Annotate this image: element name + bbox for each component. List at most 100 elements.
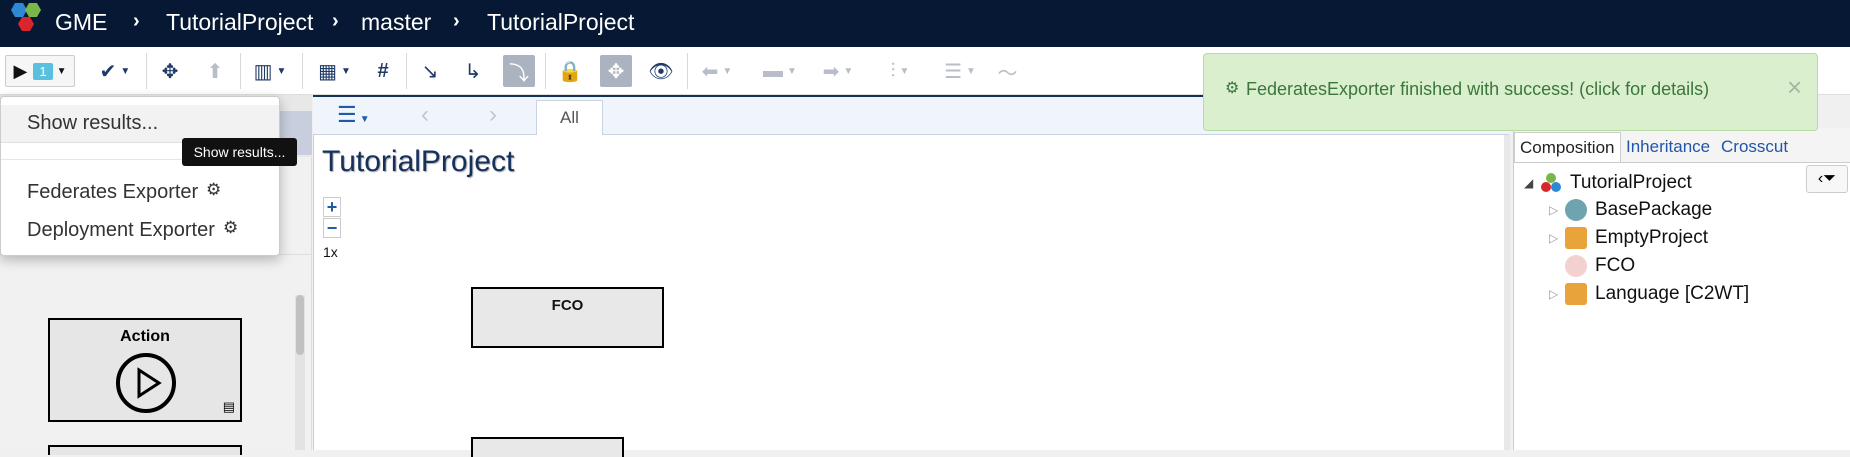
sliders-button[interactable]: ⫶ ▼	[880, 55, 920, 87]
lines-icon: ☰	[944, 60, 963, 83]
back-button[interactable]: ‹	[421, 101, 429, 129]
gears-icon: ⚙	[223, 218, 239, 237]
notes-icon: ▤	[222, 399, 235, 414]
breadcrumb-separator-icon: ›	[332, 10, 339, 32]
tooltip: Show results...	[182, 138, 297, 166]
collapsed-icon: ▷	[1549, 287, 1559, 301]
lock-button[interactable]: 🔒	[555, 55, 585, 87]
tab-inheritance[interactable]: Inheritance	[1621, 132, 1715, 162]
tree-node-fco[interactable]: FCO	[1549, 255, 1635, 277]
top-nav: GME › TutorialProject › master › Tutoria…	[0, 0, 1850, 47]
list-menu-button[interactable]: ☰ ▼	[337, 102, 370, 128]
object-browser: Composition Inheritance Crosscut ‹⏷ ◢ Tu…	[1513, 128, 1850, 450]
arrow-left-button[interactable]: ⬅ ▼	[697, 55, 737, 87]
canvas-scrollbar[interactable]	[1504, 135, 1510, 450]
part-next[interactable]	[48, 445, 242, 455]
toolbar-divider	[146, 53, 147, 89]
check-circle-icon: ✔	[99, 60, 117, 83]
tree-label: Language [C2WT]	[1595, 283, 1750, 304]
zoom-out-button[interactable]: −	[323, 218, 341, 238]
project-icon	[1541, 173, 1561, 192]
layout-button[interactable]: ▥ ▼	[250, 55, 290, 87]
tree-node-root[interactable]: ◢ TutorialProject	[1524, 172, 1692, 194]
diagram-box[interactable]	[471, 437, 624, 457]
close-icon[interactable]: ×	[1787, 72, 1802, 103]
crosshair-button[interactable]: ✥	[155, 55, 185, 87]
collapsed-icon: ▷	[1549, 203, 1559, 217]
breadcrumb-app[interactable]: GME	[55, 9, 107, 36]
elbow-connection-button[interactable]: ↳	[458, 55, 488, 87]
move-icon: ✥	[607, 60, 625, 83]
visibility-button[interactable]: 👁	[645, 55, 677, 87]
hash-button[interactable]: #	[368, 55, 398, 87]
menu-item-federates-exporter[interactable]: Federates Exporter ⚙	[1, 177, 279, 209]
breadcrumb-separator-icon: ›	[133, 10, 140, 32]
forward-button[interactable]: ›	[489, 101, 497, 129]
tab-all[interactable]: All	[536, 100, 603, 136]
diagonal-arrow-icon: ↘	[421, 60, 439, 83]
atom-icon	[1565, 255, 1587, 277]
arrow-left-icon: ⬅	[701, 60, 719, 83]
page-title: TutorialProject	[322, 145, 515, 178]
upload-button[interactable]: ⬆	[200, 55, 230, 87]
route-icon: ⤵	[509, 62, 529, 85]
part-action[interactable]: Action ▤	[48, 318, 242, 422]
grid-icon: ▦	[318, 60, 337, 83]
gears-icon: ⚙	[206, 180, 222, 199]
check-button[interactable]: ✔ ▼	[95, 55, 135, 87]
zoom-level: 1x	[323, 244, 338, 260]
play-circle-icon	[116, 353, 176, 413]
connection-button[interactable]: ↘	[415, 55, 445, 87]
expanded-icon: ◢	[1524, 176, 1534, 190]
breadcrumb-branch[interactable]: master	[361, 9, 431, 36]
caret-down-icon: ▼	[722, 65, 733, 77]
tree-node-language[interactable]: ▷ Language [C2WT]	[1549, 283, 1749, 305]
model-icon	[1565, 283, 1587, 305]
arrow-up-circle-icon: ⬆	[206, 60, 224, 83]
zoom-in-button[interactable]: +	[323, 197, 341, 217]
sliders-icon: ⫶	[890, 59, 896, 82]
curve-button[interactable]: 〜	[995, 55, 1020, 87]
left-scrollbar[interactable]	[295, 295, 305, 450]
toolbar-divider	[687, 53, 688, 89]
caret-down-icon: ▼	[341, 65, 351, 77]
menu-item-deployment-exporter[interactable]: Deployment Exporter ⚙	[1, 215, 279, 247]
caret-down-icon: ▼	[899, 65, 910, 77]
route-button[interactable]: ⤵	[503, 55, 535, 87]
filter-icon: ⏷	[1823, 170, 1837, 187]
crosshair-icon: ✥	[161, 60, 179, 83]
list-icon: ☰	[337, 102, 357, 127]
fco-box[interactable]: FCO	[471, 287, 664, 348]
columns-icon: ▥	[253, 60, 273, 83]
run-plugin-button[interactable]: ▶ 1 ▼	[5, 55, 75, 87]
browser-tabs: Composition Inheritance Crosscut	[1514, 128, 1850, 163]
filter-button[interactable]: ‹⏷	[1806, 165, 1848, 193]
notification-message: FederatesExporter finished with success!…	[1246, 79, 1710, 99]
play-icon: ▶	[13, 60, 28, 81]
line-style-button[interactable]: ☰ ▼	[940, 55, 980, 87]
line-button[interactable]: ▬ ▼	[760, 55, 800, 87]
run-count-badge: 1	[33, 62, 53, 80]
breadcrumb-separator-icon: ›	[453, 10, 460, 32]
diagram-canvas[interactable]: TutorialProject + − 1x FCO	[313, 135, 1510, 457]
scrollbar-thumb[interactable]	[296, 295, 304, 355]
menu-item-label: Deployment Exporter	[27, 219, 215, 241]
caret-down-icon: ▼	[276, 65, 287, 77]
tab-crosscut[interactable]: Crosscut	[1716, 132, 1793, 162]
caret-down-icon: ▼	[966, 65, 976, 77]
part-label: Action	[120, 328, 170, 345]
move-button[interactable]: ✥	[600, 55, 632, 87]
caret-down-icon: ▼	[843, 65, 854, 77]
success-notification[interactable]: ⚙ FederatesExporter finished with succes…	[1203, 53, 1818, 131]
toolbar-divider	[302, 53, 303, 89]
chevron-left-icon: ‹	[421, 101, 429, 128]
arrow-right-button[interactable]: ➡ ▼	[818, 55, 858, 87]
lock-icon: 🔒	[557, 60, 583, 83]
tab-composition[interactable]: Composition	[1514, 132, 1621, 162]
breadcrumb-object[interactable]: TutorialProject	[487, 9, 634, 36]
breadcrumb-project[interactable]: TutorialProject	[166, 9, 313, 36]
grid-button[interactable]: ▦ ▼	[312, 55, 357, 87]
tree-node-basepackage[interactable]: ▷ BasePackage	[1549, 199, 1712, 221]
model-icon	[1565, 227, 1587, 249]
tree-node-emptyproject[interactable]: ▷ EmptyProject	[1549, 227, 1708, 249]
